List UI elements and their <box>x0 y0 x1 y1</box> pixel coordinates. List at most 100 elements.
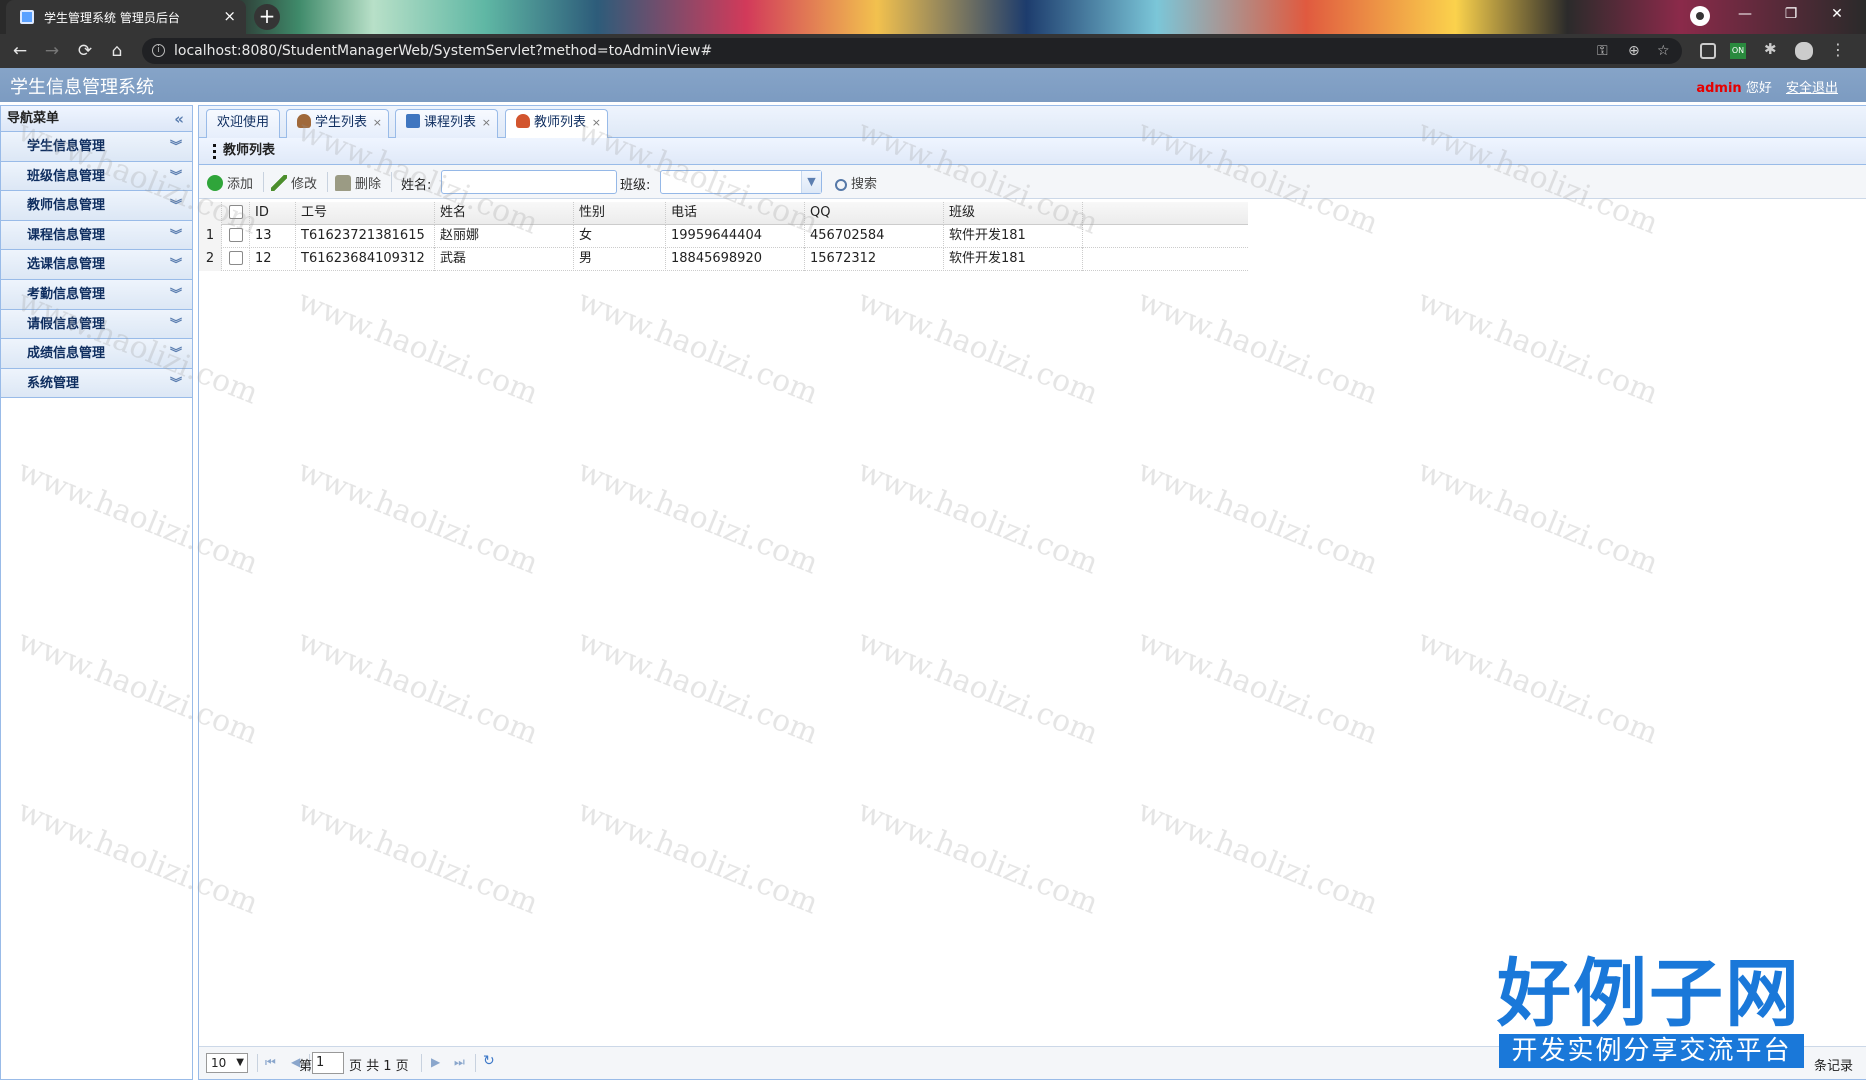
site-info-icon[interactable]: i <box>152 44 165 57</box>
column-header[interactable]: 电话 <box>666 202 805 225</box>
trash-icon <box>335 175 351 191</box>
chevron-down-icon: ︾ <box>169 139 182 153</box>
back-icon[interactable]: ← <box>8 39 32 63</box>
extension-icon[interactable] <box>1700 43 1716 59</box>
add-button[interactable]: 添加 <box>207 173 253 192</box>
sidebar-item-teacher[interactable]: 教师信息管理 ︾ <box>1 191 192 221</box>
chevron-down-icon: ▼ <box>236 1057 244 1068</box>
key-icon[interactable]: ⚿ <box>1597 43 1608 59</box>
close-icon[interactable]: × <box>482 110 491 136</box>
cell-qq: 15672312 <box>805 248 944 271</box>
logo-sub-text: 开发实例分享交流平台 <box>1499 1034 1804 1068</box>
favicon-icon <box>20 10 34 24</box>
rownum-header <box>199 202 222 225</box>
app-header: 学生信息管理系统 admin 您好 安全退出 <box>0 68 1866 102</box>
tab-label: 学生列表 <box>315 115 368 130</box>
last-page-icon[interactable]: ⏭ <box>454 1055 465 1070</box>
close-tab-icon[interactable]: × <box>223 7 236 25</box>
page-size-select[interactable]: 10 ▼ <box>206 1053 248 1073</box>
minimize-button[interactable]: — <box>1722 0 1768 30</box>
record-info: 条记录 <box>1813 1059 1853 1074</box>
bookmark-star-icon[interactable]: ☆ <box>1657 43 1670 59</box>
cell-sex: 女 <box>574 225 666 248</box>
cell-qq: 456702584 <box>805 225 944 248</box>
column-header[interactable]: 班级 <box>944 202 1083 225</box>
home-icon[interactable]: ⌂ <box>105 39 129 63</box>
tab-teacher-list[interactable]: 教师列表 × <box>505 109 608 139</box>
chevron-down-icon[interactable]: ▼ <box>801 171 821 193</box>
row-checkbox-cell <box>222 225 250 248</box>
close-icon[interactable]: × <box>592 110 601 136</box>
extension-on-icon[interactable]: ON <box>1730 43 1746 59</box>
profile-icon[interactable] <box>1690 6 1710 26</box>
restore-button[interactable]: ❐ <box>1768 0 1814 30</box>
sidebar-item-class[interactable]: 班级信息管理 ︾ <box>1 161 192 192</box>
browser-toolbar: ← → ⟳ ⌂ i localhost:8080/StudentManagerW… <box>0 34 1866 68</box>
new-tab-button[interactable]: + <box>254 4 280 30</box>
sidebar-item-label: 课程信息管理 <box>27 227 106 243</box>
row-number: 1 <box>199 225 222 248</box>
column-header[interactable]: QQ <box>805 202 944 225</box>
forward-icon[interactable]: → <box>40 39 64 63</box>
add-icon <box>207 175 223 191</box>
table-row[interactable]: 2 12 T61623684109312 武磊 男 18845698920 15… <box>199 248 1248 271</box>
edit-button[interactable]: 修改 <box>271 173 317 192</box>
data-grid: ID 工号 姓名 性别 电话 QQ 班级 1 13 T6162372138161… <box>199 202 1248 271</box>
chevron-down-icon: ︾ <box>169 286 182 301</box>
first-page-icon[interactable]: ⏮ <box>265 1055 276 1070</box>
column-header[interactable]: ID <box>250 202 296 225</box>
close-icon[interactable]: × <box>373 110 382 136</box>
chevron-down-icon: ︾ <box>169 257 182 272</box>
column-header[interactable]: 性别 <box>574 202 666 225</box>
column-header[interactable]: 姓名 <box>435 202 574 225</box>
close-window-button[interactable]: ✕ <box>1814 0 1860 30</box>
select-all-checkbox[interactable] <box>228 205 243 219</box>
zoom-icon[interactable]: ⊕ <box>1628 43 1640 59</box>
class-select[interactable]: ▼ <box>660 170 822 194</box>
sidebar-item-system[interactable]: 系统管理 ︾ <box>1 368 192 399</box>
cell-sn: T61623721381615 <box>296 225 435 248</box>
sidebar-item-leave[interactable]: 请假信息管理 ︾ <box>1 309 192 340</box>
next-page-icon[interactable]: ▶ <box>431 1055 440 1069</box>
collapse-icon[interactable]: « <box>174 106 184 132</box>
sidebar-item-score[interactable]: 成绩信息管理 ︾ <box>1 339 192 369</box>
class-label: 班级: <box>620 178 651 193</box>
browser-tab[interactable]: 学生管理系统 管理员后台 × <box>6 0 246 34</box>
address-bar[interactable]: i localhost:8080/StudentManagerWeb/Syste… <box>142 38 1682 64</box>
page-number-input[interactable]: 1 <box>312 1052 344 1074</box>
sidebar-item-student[interactable]: 学生信息管理 ︾ <box>1 132 192 162</box>
tab-course-list[interactable]: 课程列表 × <box>395 109 498 138</box>
table-row[interactable]: 1 13 T61623721381615 赵丽娜 女 19959644404 4… <box>199 225 1248 248</box>
sidebar-item-course[interactable]: 课程信息管理 ︾ <box>1 220 192 251</box>
cell-phone: 19959644404 <box>666 225 805 248</box>
refresh-icon[interactable]: ↻ <box>483 1053 495 1069</box>
menu-kebab-icon[interactable]: ⋮ <box>1830 40 1846 59</box>
tab-student-list[interactable]: 学生列表 × <box>286 109 389 138</box>
cell-phone: 18845698920 <box>666 248 805 271</box>
chevron-down-icon: ︾ <box>169 346 182 361</box>
row-checkbox[interactable] <box>228 251 243 265</box>
url-text[interactable]: localhost:8080/StudentManagerWeb/SystemS… <box>174 43 712 59</box>
puzzle-icon[interactable]: ✱ <box>1764 40 1780 58</box>
chevron-down-icon: ︾ <box>169 227 182 242</box>
delete-button[interactable]: 删除 <box>335 173 381 192</box>
app-title: 学生信息管理系统 <box>10 77 154 98</box>
book-icon <box>406 114 420 128</box>
sidebar-item-label: 学生信息管理 <box>27 139 106 154</box>
search-button[interactable]: 搜索 <box>835 173 877 192</box>
name-search-input[interactable] <box>441 170 617 194</box>
row-checkbox[interactable] <box>228 228 243 242</box>
logout-link[interactable]: 安全退出 <box>1786 81 1838 96</box>
page-size-value: 10 <box>211 1056 227 1070</box>
tab-welcome[interactable]: 欢迎使用 <box>206 109 280 138</box>
reload-icon[interactable]: ⟳ <box>73 39 97 63</box>
cell-name: 武磊 <box>435 248 574 271</box>
cell-id: 13 <box>250 225 296 248</box>
column-header[interactable]: 工号 <box>296 202 435 225</box>
account-icon[interactable] <box>1795 42 1813 60</box>
sidebar-item-label: 选课信息管理 <box>27 257 106 273</box>
sidebar-item-attendance[interactable]: 考勤信息管理 ︾ <box>1 279 192 310</box>
watermark-logo: 好例子网 开发实例分享交流平台 <box>1497 954 1805 1074</box>
sidebar-item-selection[interactable]: 选课信息管理 ︾ <box>1 250 192 280</box>
grid-toolbar: 添加 修改 删除 姓名: 班级: ▼ 搜索 <box>199 165 1866 199</box>
